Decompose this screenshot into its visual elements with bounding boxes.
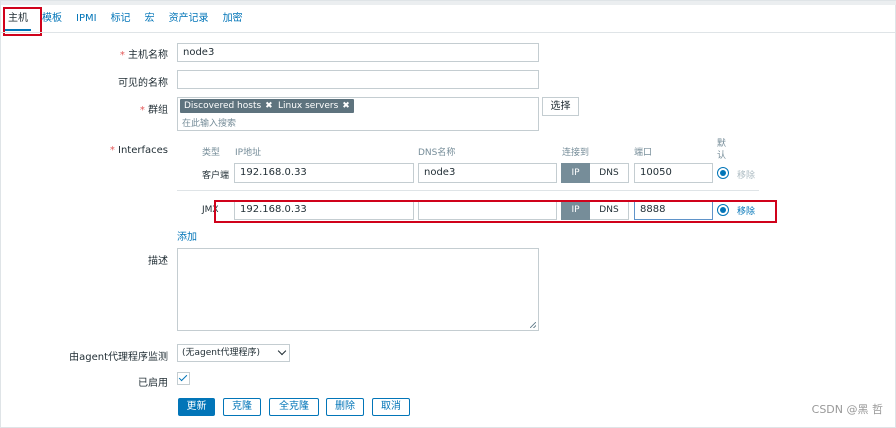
delete-button[interactable]: 删除 — [326, 398, 364, 416]
cancel-button[interactable]: 取消 — [372, 398, 410, 416]
top-strip — [1, 1, 896, 5]
checkmark-icon — [178, 372, 188, 382]
interface-dns-input[interactable]: node3 — [418, 163, 557, 183]
connect-dns-button[interactable]: DNS — [590, 163, 629, 183]
hostname-label: * 主机名称 — [119, 50, 168, 61]
description-textarea[interactable] — [177, 248, 539, 331]
clone-button[interactable]: 克隆 — [223, 398, 261, 416]
tab-tags[interactable]: 标记 — [104, 7, 138, 31]
col-default: 默认 — [717, 139, 727, 161]
groups-label: * 群组 — [139, 105, 168, 116]
col-ip: IP地址 — [235, 148, 262, 158]
host-form-page: 主机 模板 IPMI 标记 宏 资产记录 加密 * 主机名称 node3 可见的… — [0, 0, 896, 428]
interface-ip-input[interactable]: 192.168.0.33 — [234, 163, 414, 183]
remove-chip-icon[interactable]: ✖ — [342, 101, 350, 111]
tab-macros[interactable]: 宏 — [138, 7, 162, 31]
groups-multiselect[interactable]: Discovered hosts ✖ Linux servers ✖ 在此输入搜索 — [177, 97, 539, 131]
visible-name-label: 可见的名称 — [118, 78, 168, 89]
col-connect: 连接到 — [562, 148, 590, 158]
proxy-select[interactable]: (无agent代理程序) — [177, 344, 290, 362]
highlight-box — [214, 200, 777, 223]
add-interface-link[interactable]: 添加 — [177, 228, 197, 243]
remove-link: 移除 — [737, 171, 756, 181]
watermark: CSDN @黑 哲 — [811, 403, 883, 416]
description-label: 描述 — [148, 256, 168, 267]
chevron-down-icon — [277, 346, 287, 356]
connect-toggle: IP DNS — [561, 163, 629, 183]
resize-grip-icon[interactable] — [530, 322, 536, 328]
groups-search-placeholder[interactable]: 在此输入搜索 — [182, 116, 236, 129]
select-groups-button[interactable]: 选择 — [542, 97, 579, 116]
tab-ipmi[interactable]: IPMI — [69, 7, 104, 31]
visible-name-input[interactable] — [177, 70, 539, 89]
interfaces-label: * Interfaces — [109, 145, 168, 156]
update-button[interactable]: 更新 — [178, 398, 215, 416]
default-radio[interactable] — [717, 167, 729, 179]
required-mark: * — [119, 50, 125, 61]
hostname-input[interactable]: node3 — [177, 43, 539, 62]
full-clone-button[interactable]: 全克隆 — [269, 398, 319, 416]
interface-port-input[interactable]: 10050 — [634, 163, 713, 183]
col-type: 类型 — [202, 148, 221, 158]
proxy-label: 由agent代理程序监测 — [69, 352, 168, 363]
tab-inventory[interactable]: 资产记录 — [162, 7, 216, 31]
enabled-label: 已启用 — [138, 378, 168, 389]
remove-chip-icon[interactable]: ✖ — [265, 101, 273, 111]
group-chip: Linux servers ✖ — [274, 99, 354, 113]
col-port: 端口 — [634, 148, 653, 158]
tab-encryption[interactable]: 加密 — [216, 7, 250, 31]
col-dns: DNS名称 — [418, 148, 456, 158]
connect-ip-button[interactable]: IP — [561, 163, 590, 183]
tab-divider — [1, 32, 896, 33]
interface-type: 客户端 — [202, 171, 230, 181]
enabled-checkbox[interactable] — [177, 372, 190, 385]
group-chip: Discovered hosts ✖ — [180, 99, 277, 113]
interface-separator — [177, 190, 759, 191]
